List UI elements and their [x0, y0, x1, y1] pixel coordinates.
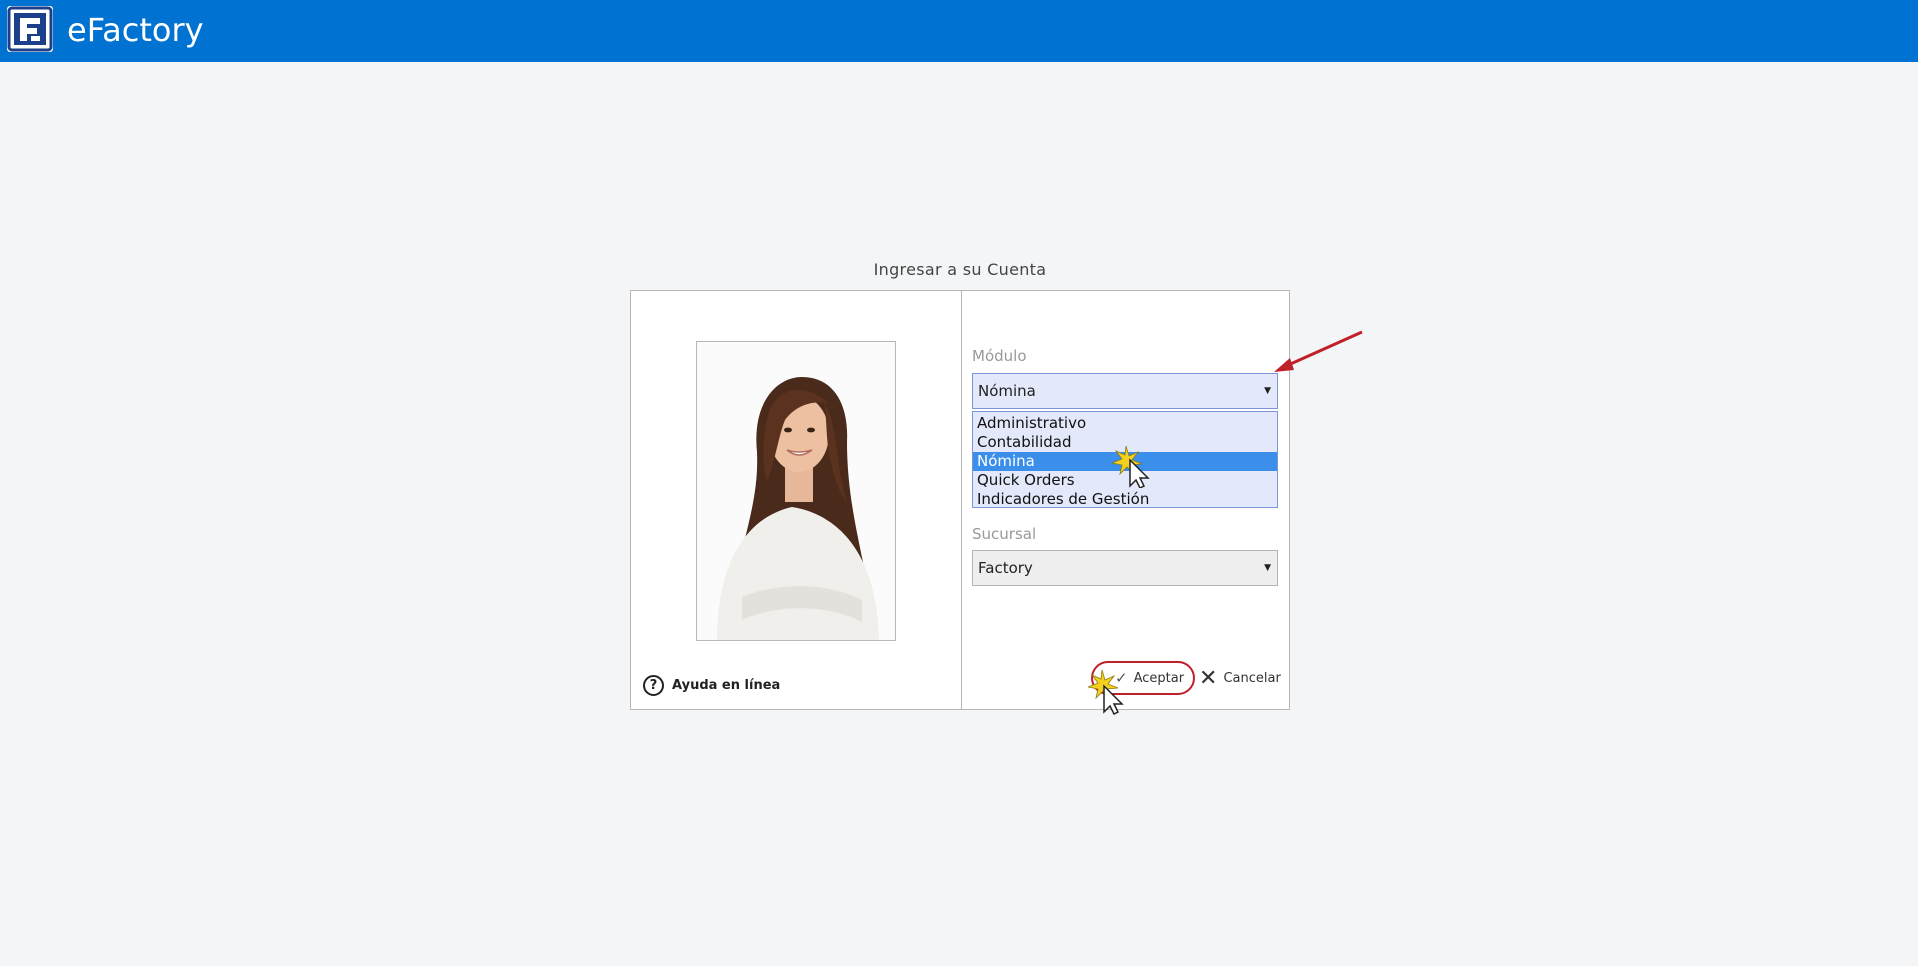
top-bar: eFactory [0, 0, 1918, 62]
sucursal-label: Sucursal [972, 525, 1037, 543]
chevron-down-icon: ▼ [1264, 386, 1271, 396]
accept-label: Aceptar [1133, 670, 1185, 686]
efactory-logo-icon[interactable] [7, 6, 53, 52]
dialog-title: Ingresar a su Cuenta [873, 260, 1047, 279]
click-cursor-icon [1112, 445, 1150, 488]
modulo-select[interactable]: Nómina ▼ [972, 373, 1278, 409]
click-cursor-icon [1088, 669, 1124, 716]
chevron-down-icon: ▼ [1264, 563, 1271, 573]
user-photo [696, 341, 896, 641]
annotation-arrow-icon [1274, 330, 1363, 372]
close-icon: ✕ [1199, 665, 1218, 691]
modulo-selected-value: Nómina [978, 382, 1036, 400]
question-circle-icon: ? [643, 675, 664, 696]
cancel-button[interactable]: ✕ Cancelar [1199, 661, 1281, 695]
help-link[interactable]: ? Ayuda en línea [643, 675, 780, 696]
modulo-option-administrativo[interactable]: Administrativo [973, 414, 1277, 433]
login-dialog: ? Ayuda en línea Módulo Nómina ▼ Adminis… [630, 290, 1290, 710]
divider [961, 291, 962, 709]
modulo-label: Módulo [972, 347, 1027, 365]
sucursal-selected-value: Factory [978, 559, 1033, 577]
modulo-option-indicadores[interactable]: Indicadores de Gestión [973, 490, 1277, 509]
sucursal-select[interactable]: Factory ▼ [972, 550, 1278, 586]
help-label: Ayuda en línea [672, 678, 781, 693]
cancel-label: Cancelar [1223, 670, 1281, 686]
app-title: eFactory [67, 11, 204, 49]
